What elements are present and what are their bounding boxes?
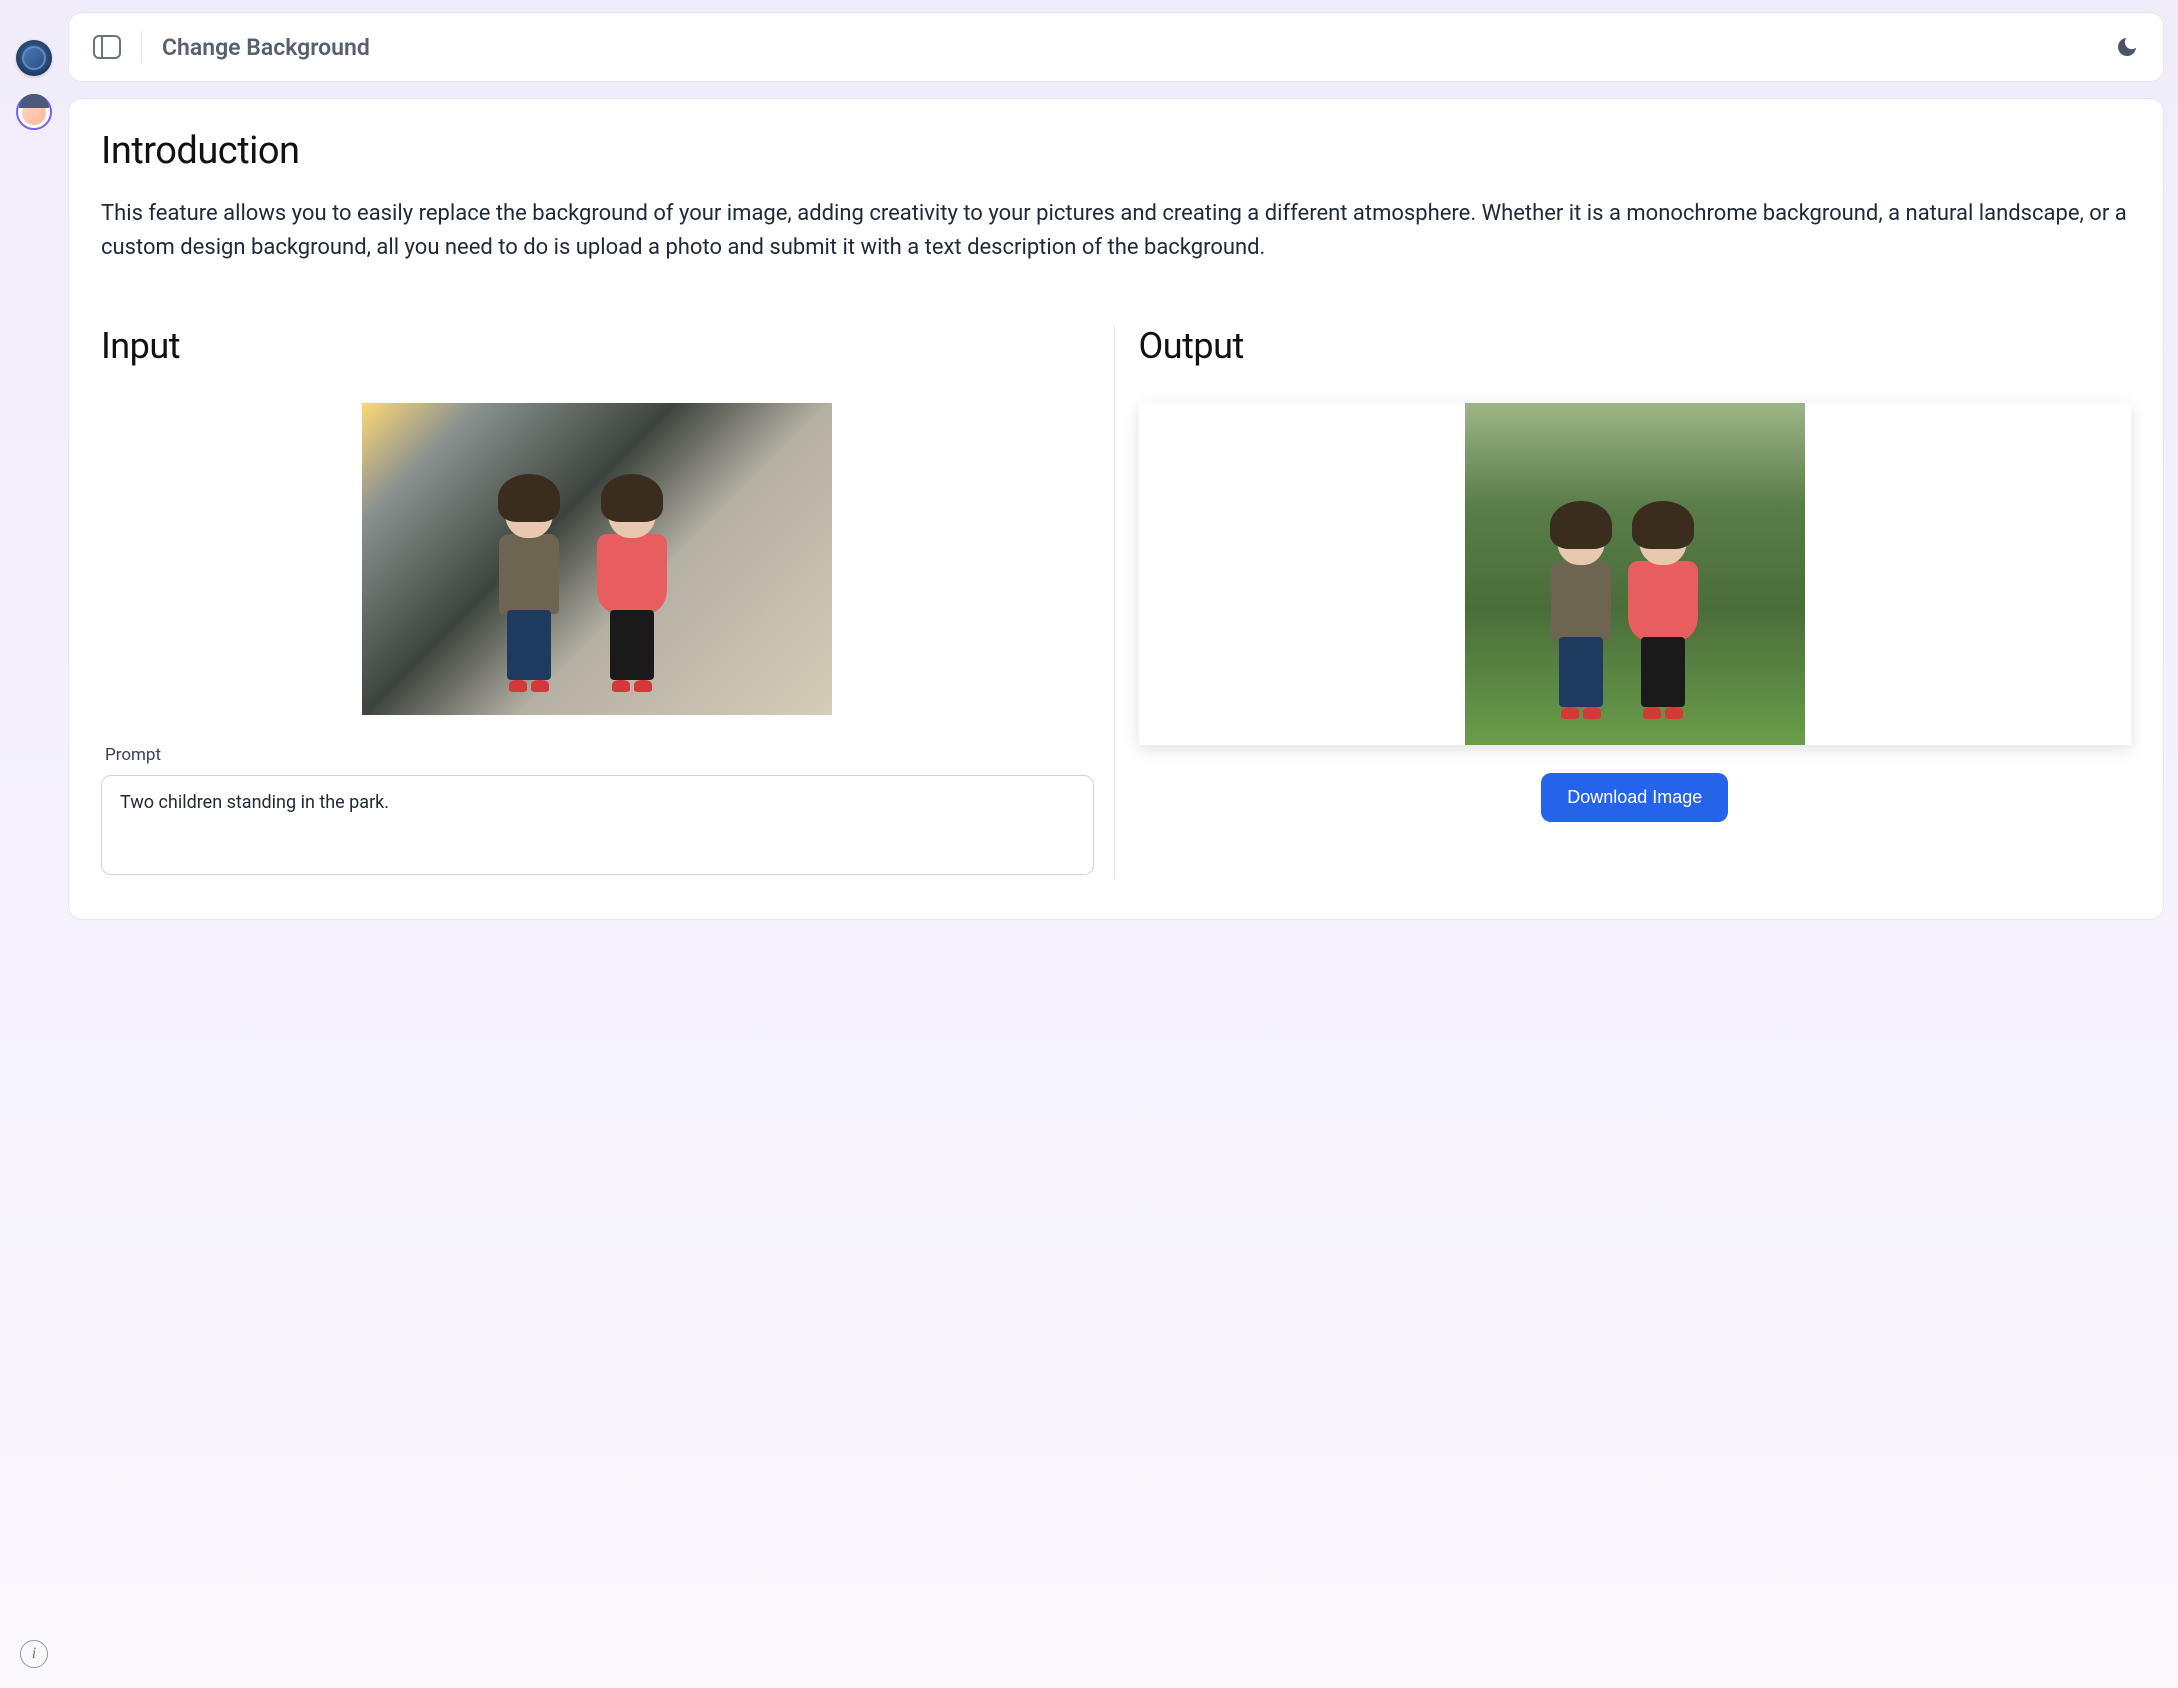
content-card: Introduction This feature allows you to …	[68, 98, 2164, 920]
introduction-heading: Introduction	[101, 129, 2131, 173]
output-heading: Output	[1139, 325, 2132, 367]
sidebar-rail: i	[0, 0, 68, 1688]
input-heading: Input	[101, 325, 1094, 367]
input-column: Input Prompt	[101, 325, 1114, 879]
divider	[141, 31, 142, 63]
introduction-text: This feature allows you to easily replac…	[101, 197, 2131, 265]
info-icon[interactable]: i	[20, 1640, 48, 1668]
page-title: Change Background	[162, 34, 370, 61]
dark-mode-icon[interactable]	[2115, 35, 2139, 59]
output-column: Output	[1114, 325, 2132, 879]
prompt-input[interactable]	[101, 775, 1094, 875]
avatar-icon[interactable]	[16, 94, 52, 130]
output-image[interactable]	[1465, 403, 1805, 745]
download-image-button[interactable]: Download Image	[1541, 773, 1728, 822]
panel-toggle-icon[interactable]	[93, 35, 121, 59]
main-area: Change Background Introduction This feat…	[68, 0, 2178, 1688]
output-image-frame	[1139, 403, 2132, 745]
input-image[interactable]	[362, 403, 832, 715]
prompt-label: Prompt	[101, 745, 1094, 765]
header-bar: Change Background	[68, 12, 2164, 82]
app-logo-icon[interactable]	[16, 40, 52, 76]
io-grid: Input Prompt	[101, 325, 2131, 879]
